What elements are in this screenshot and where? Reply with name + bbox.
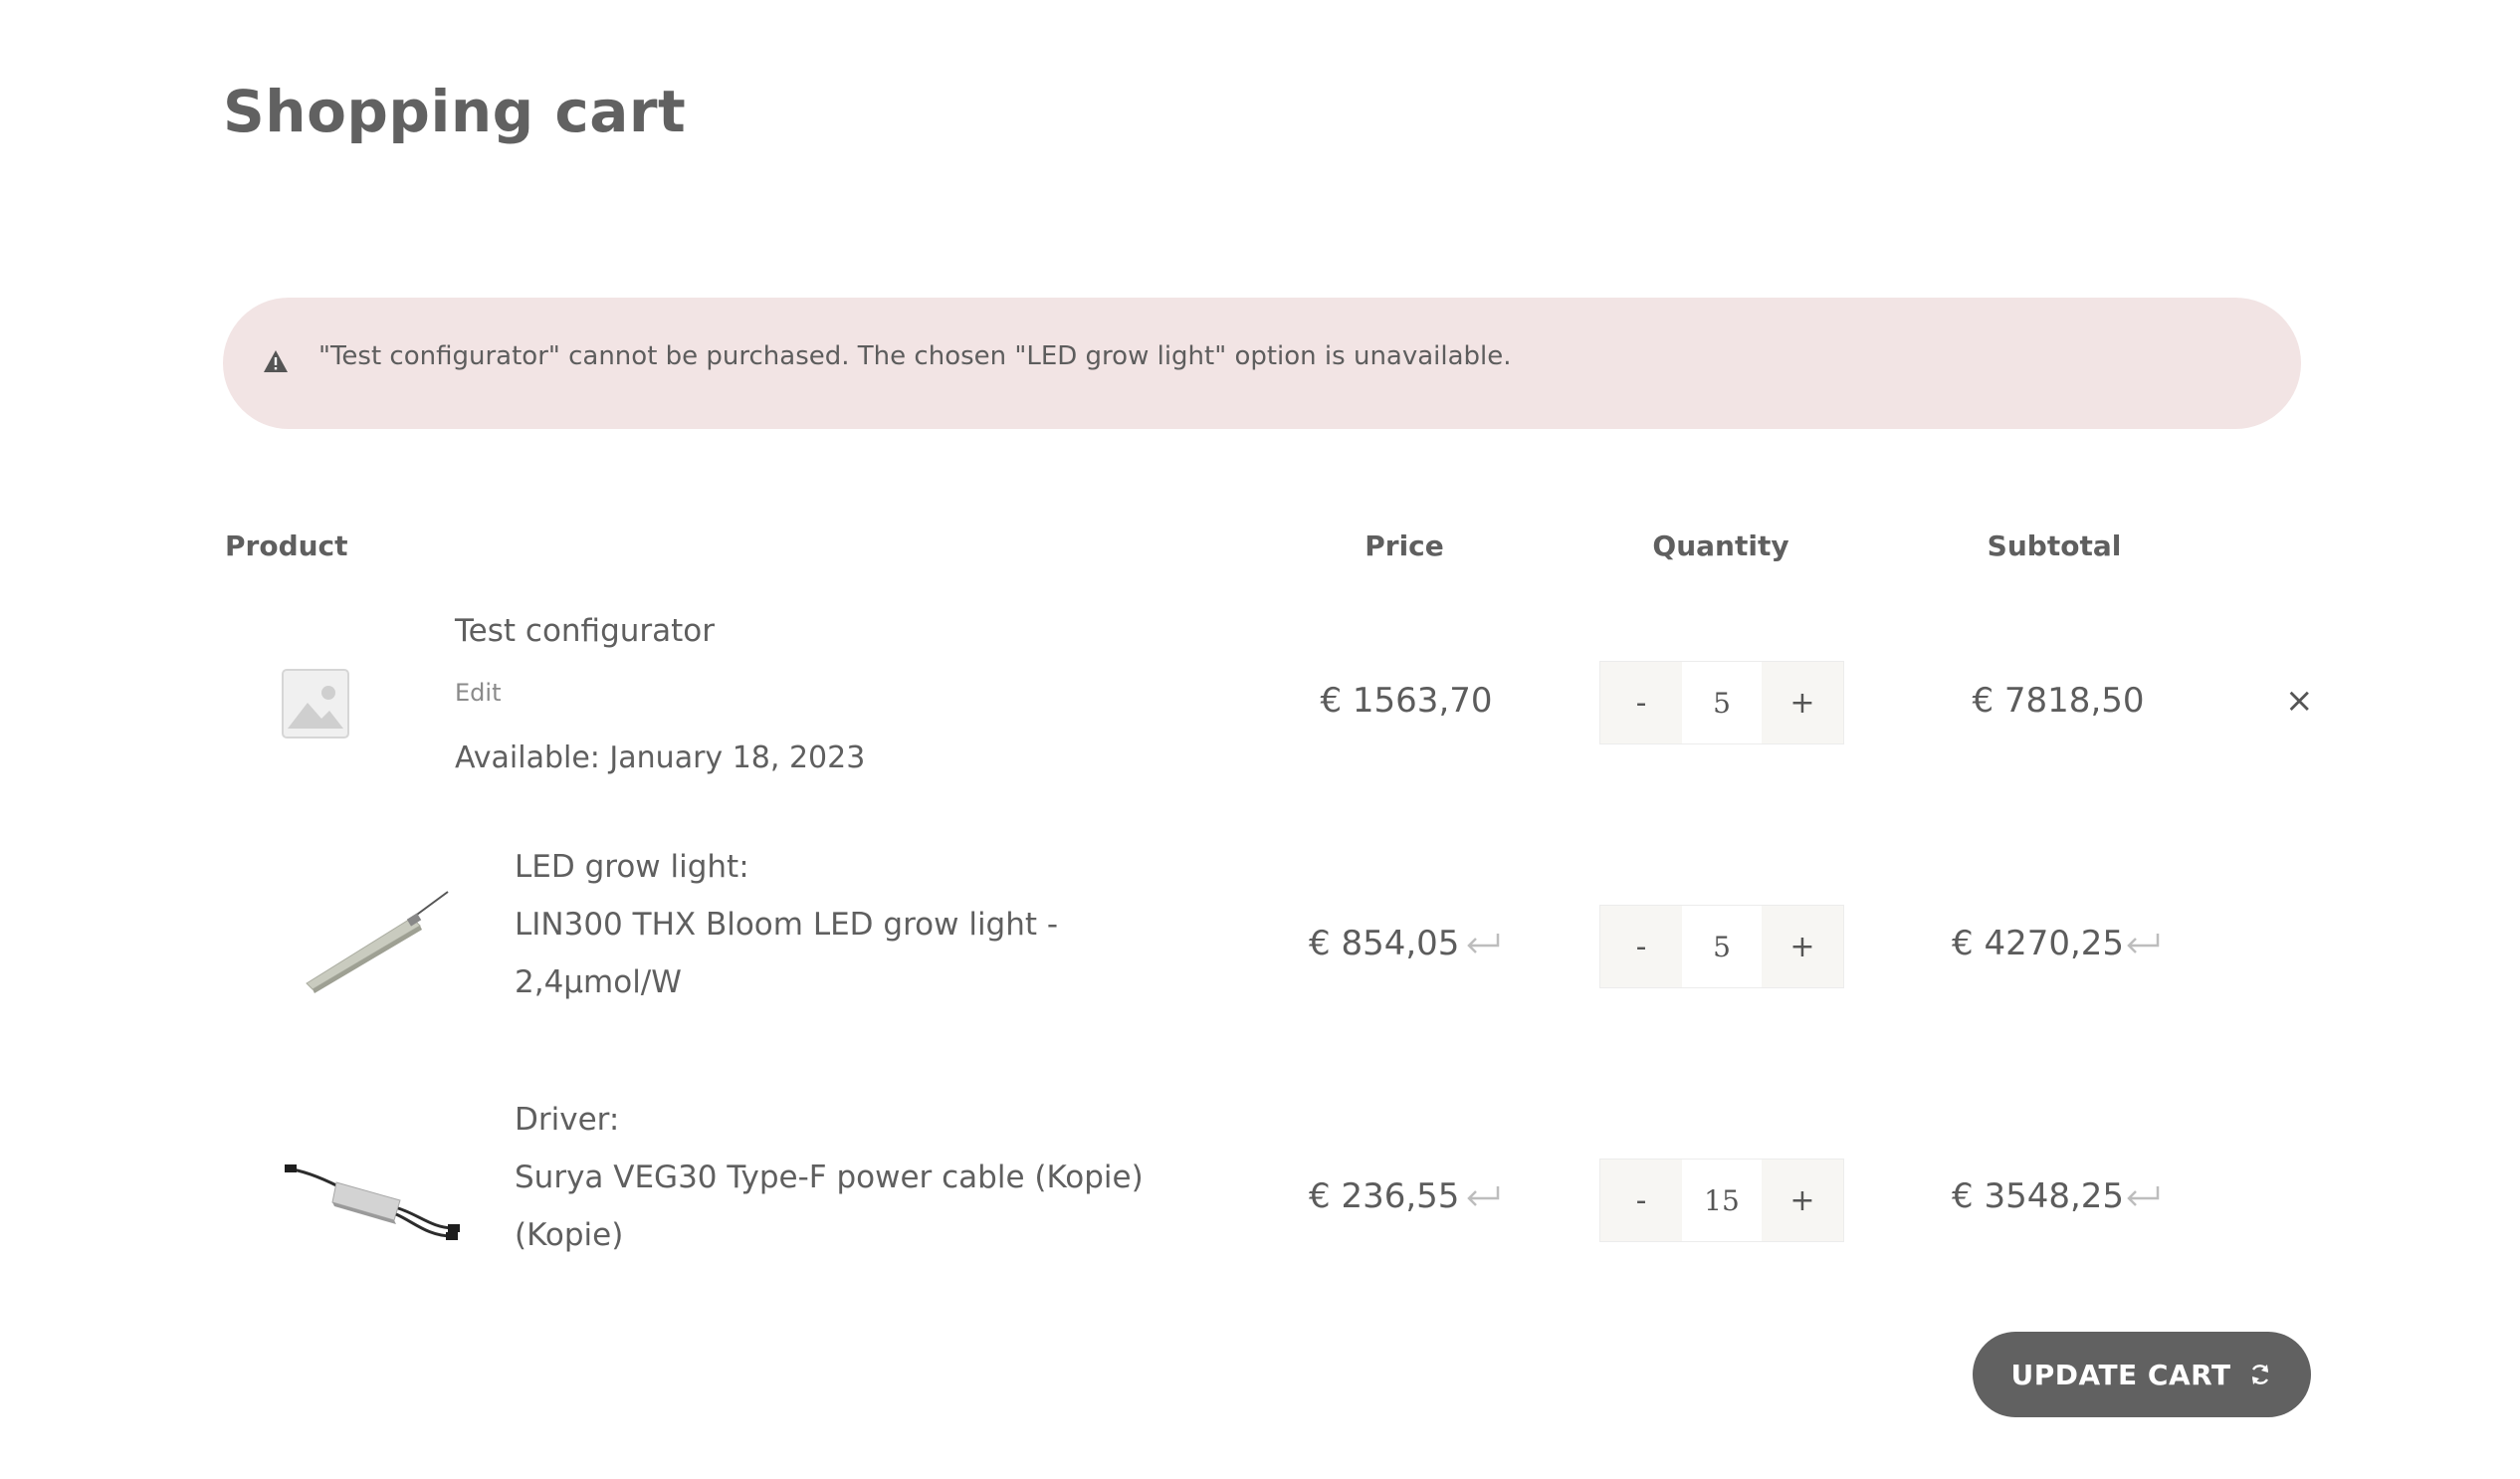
- quantity-input[interactable]: 15: [1682, 1160, 1762, 1241]
- quantity-input[interactable]: 5: [1682, 906, 1762, 987]
- page-title: Shopping cart: [223, 78, 687, 145]
- price-value: € 236,55: [1309, 1176, 1460, 1216]
- quantity-increase-button[interactable]: +: [1762, 662, 1843, 743]
- error-notice: "Test configurator" cannot be purchased.…: [223, 298, 2301, 429]
- quantity-increase-button[interactable]: +: [1762, 1160, 1843, 1241]
- product-thumbnail[interactable]: [283, 1145, 462, 1248]
- update-cart-label: UPDATE CART: [2010, 1358, 2231, 1391]
- subtotal-value: € 4270,25: [1952, 924, 2125, 963]
- option-product-name[interactable]: Surya VEG30 Type-F power cable (Kopie): [515, 1149, 1144, 1206]
- price-value: € 854,05: [1309, 924, 1460, 963]
- return-arrow-icon: [2127, 1186, 2160, 1206]
- subtotal-value: € 7818,50: [1972, 681, 2145, 721]
- price-value: € 1563,70: [1320, 681, 1493, 721]
- quantity-decrease-button[interactable]: -: [1600, 1160, 1682, 1241]
- driver-image: [283, 1145, 462, 1244]
- quantity-decrease-button[interactable]: -: [1600, 906, 1682, 987]
- product-thumbnail[interactable]: [283, 880, 462, 1003]
- update-cart-button[interactable]: UPDATE CART: [1973, 1332, 2311, 1417]
- option-product-name-cont[interactable]: 2,4μmol/W: [515, 953, 682, 1011]
- product-name-link[interactable]: Test configurator: [455, 613, 715, 649]
- quantity-stepper: - 15 +: [1599, 1159, 1844, 1242]
- option-product-name[interactable]: LIN300 THX Bloom LED grow light -: [515, 896, 1058, 953]
- header-subtotal: Subtotal: [1987, 529, 2122, 562]
- header-quantity: Quantity: [1652, 529, 1789, 562]
- subtotal-value: € 3548,25: [1952, 1176, 2125, 1216]
- header-price: Price: [1365, 529, 1444, 562]
- notice-message: "Test configurator" cannot be purchased.…: [318, 341, 1512, 371]
- quantity-stepper: - 5 +: [1599, 661, 1844, 744]
- header-product: Product: [225, 529, 348, 562]
- edit-link[interactable]: Edit: [455, 679, 501, 707]
- return-arrow-icon: [2127, 934, 2160, 953]
- led-grow-light-image: [283, 880, 462, 999]
- return-arrow-icon: [1467, 1186, 1500, 1206]
- warning-icon: [264, 350, 288, 372]
- return-arrow-icon: [1467, 934, 1500, 953]
- refresh-icon: [2251, 1365, 2268, 1384]
- quantity-input[interactable]: 5: [1682, 662, 1762, 743]
- quantity-stepper: - 5 +: [1599, 905, 1844, 988]
- product-thumbnail-placeholder[interactable]: [282, 669, 349, 742]
- option-label: Driver:: [515, 1102, 620, 1138]
- remove-item-button[interactable]: ×: [2285, 681, 2314, 721]
- option-product-name-cont[interactable]: (Kopie): [515, 1206, 623, 1264]
- quantity-decrease-button[interactable]: -: [1600, 662, 1682, 743]
- option-label: LED grow light:: [515, 849, 749, 885]
- image-placeholder-icon: [282, 669, 349, 739]
- availability-text: Available: January 18, 2023: [455, 740, 866, 775]
- quantity-increase-button[interactable]: +: [1762, 906, 1843, 987]
